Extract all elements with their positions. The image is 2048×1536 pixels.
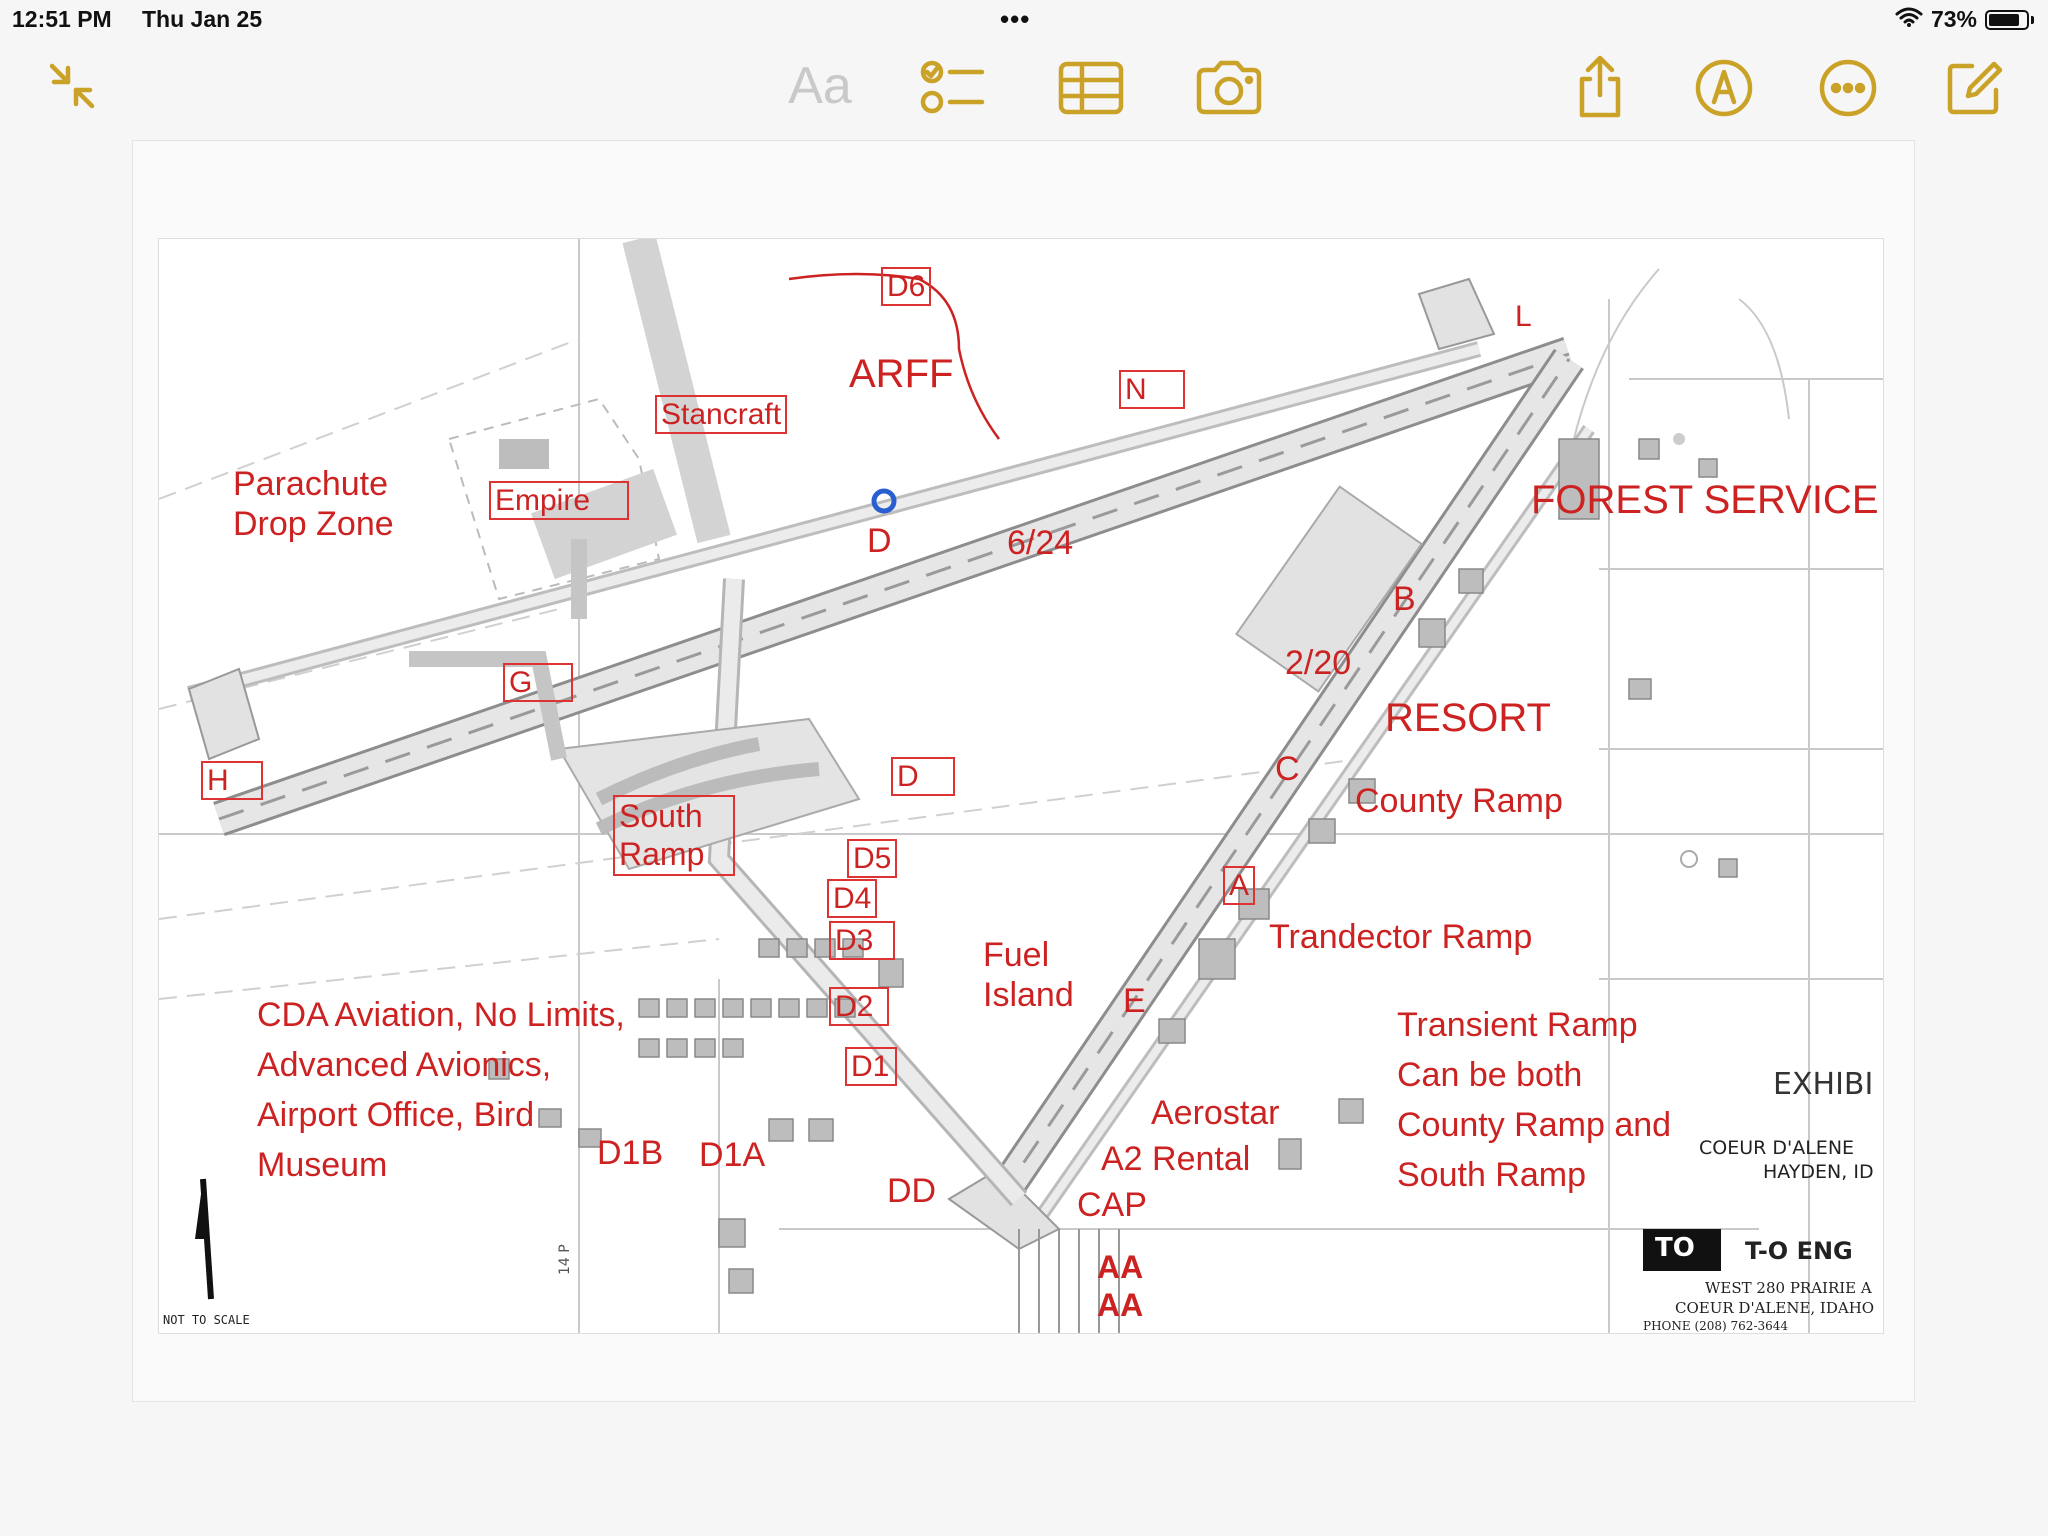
- status-bar: 12:51 PM Thu Jan 25 ••• 73%: [0, 0, 2048, 40]
- label-trandector-ramp[interactable]: Trandector Ramp: [1269, 917, 1532, 957]
- format-button[interactable]: Aa: [780, 54, 860, 118]
- label-transient-ramp[interactable]: Transient Ramp Can be both County Ramp a…: [1397, 1001, 1671, 1201]
- label-dd[interactable]: DD: [887, 1171, 936, 1211]
- label-empire[interactable]: Empire: [489, 481, 629, 521]
- label-d-south[interactable]: D: [891, 757, 955, 797]
- label-l[interactable]: L: [1515, 299, 1532, 334]
- multitasking-dots[interactable]: •••: [1000, 4, 1030, 35]
- company-logo-text: TO: [1655, 1233, 1695, 1263]
- label-d1[interactable]: D1: [845, 1047, 897, 1087]
- airport-map-image[interactable]: D6 ARFF N L Stancraft Parachute Drop Zon…: [158, 238, 1884, 1334]
- camera-icon[interactable]: [1194, 58, 1264, 118]
- label-c[interactable]: C: [1275, 749, 1300, 789]
- checklist-icon[interactable]: [918, 56, 988, 120]
- label-runway-6-24[interactable]: 6/24: [1007, 523, 1073, 563]
- status-date: Thu Jan 25: [142, 6, 263, 32]
- label-a2-rental[interactable]: A2 Rental: [1101, 1139, 1250, 1179]
- battery-icon: [1985, 9, 2029, 30]
- label-d1a[interactable]: D1A: [699, 1135, 765, 1175]
- label-aa-2[interactable]: AA: [1097, 1287, 1143, 1325]
- street-label: 14 P: [557, 1244, 573, 1275]
- company-phone: PHONE (208) 762-3644: [1643, 1319, 1789, 1333]
- label-south-ramp[interactable]: South Ramp: [613, 795, 735, 876]
- label-n[interactable]: N: [1119, 370, 1185, 410]
- collapse-icon[interactable]: [42, 56, 102, 116]
- label-b[interactable]: B: [1393, 579, 1416, 619]
- label-aerostar[interactable]: Aerostar: [1151, 1093, 1280, 1133]
- label-d1b[interactable]: D1B: [597, 1133, 663, 1173]
- label-a[interactable]: A: [1223, 866, 1256, 906]
- label-resort[interactable]: RESORT: [1385, 695, 1551, 742]
- label-fuel-island[interactable]: Fuel Island: [983, 935, 1074, 1015]
- table-icon[interactable]: [1056, 58, 1126, 118]
- battery-percent: 73%: [1930, 6, 1977, 32]
- wifi-icon: [1895, 6, 1923, 33]
- label-d3[interactable]: D3: [829, 921, 895, 961]
- label-d6[interactable]: D6: [881, 267, 932, 307]
- label-county-ramp[interactable]: County Ramp: [1355, 781, 1563, 821]
- north-arrow-icon: [195, 1178, 214, 1300]
- company-address-2: COEUR D'ALENE, IDAHO: [1675, 1299, 1875, 1317]
- label-d4[interactable]: D4: [827, 879, 878, 919]
- exhibit-title: EXHIBI: [1773, 1067, 1874, 1102]
- compose-icon[interactable]: [1942, 56, 2006, 120]
- company-name: T-O ENG: [1745, 1237, 1853, 1265]
- exhibit-city: COEUR D'ALENE: [1699, 1137, 1855, 1159]
- label-d-north[interactable]: D: [867, 521, 892, 561]
- label-aa[interactable]: AA: [1097, 1249, 1143, 1287]
- label-e[interactable]: E: [1123, 981, 1146, 1021]
- status-time: 12:51 PM: [12, 6, 112, 32]
- status-right: 73%: [1895, 6, 2034, 33]
- markup-icon[interactable]: [1692, 56, 1756, 120]
- label-arff[interactable]: ARFF: [849, 351, 953, 398]
- label-cap[interactable]: CAP: [1077, 1185, 1147, 1225]
- label-h[interactable]: H: [201, 761, 263, 801]
- label-d2[interactable]: D2: [829, 987, 889, 1027]
- label-cda-aviation[interactable]: CDA Aviation, No Limits, Advanced Avioni…: [257, 991, 625, 1191]
- label-d5[interactable]: D5: [847, 839, 898, 879]
- exhibit-city-2: HAYDEN, ID: [1763, 1161, 1874, 1183]
- notes-toolbar: Aa: [0, 48, 2048, 128]
- label-runway-2-20[interactable]: 2/20: [1285, 643, 1351, 683]
- company-address: WEST 280 PRAIRIE A: [1705, 1279, 1872, 1297]
- not-to-scale-note: NOT TO SCALE: [163, 1313, 250, 1327]
- label-parachute-drop-zone[interactable]: Parachute Drop Zone: [233, 464, 394, 544]
- more-options-icon[interactable]: [1816, 56, 1880, 120]
- share-icon[interactable]: [1572, 54, 1628, 120]
- label-g[interactable]: G: [503, 663, 573, 703]
- label-stancraft[interactable]: Stancraft: [655, 395, 788, 435]
- label-forest-service[interactable]: FOREST SERVICE: [1531, 477, 1879, 524]
